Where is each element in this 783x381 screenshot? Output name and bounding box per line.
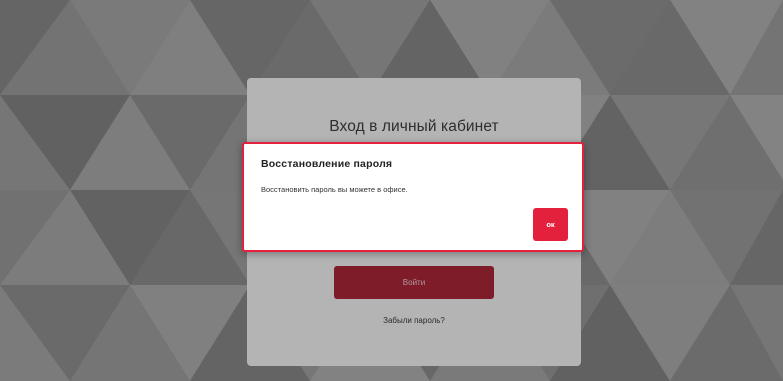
dialog-message: Восстановить пароль вы можете в офисе. (261, 185, 408, 194)
forgot-password-link[interactable]: Забыли пароль? (247, 316, 581, 325)
login-title: Вход в личный кабинет (329, 118, 499, 135)
page-backdrop: Вход в личный кабинет Войти Забыли парол… (0, 0, 783, 381)
ok-button[interactable]: ок (533, 208, 568, 241)
login-submit-button[interactable]: Войти (334, 266, 494, 299)
dialog-title: Восстановление пароля (261, 158, 393, 170)
password-recovery-dialog: Восстановление пароля Восстановить парол… (242, 142, 584, 252)
